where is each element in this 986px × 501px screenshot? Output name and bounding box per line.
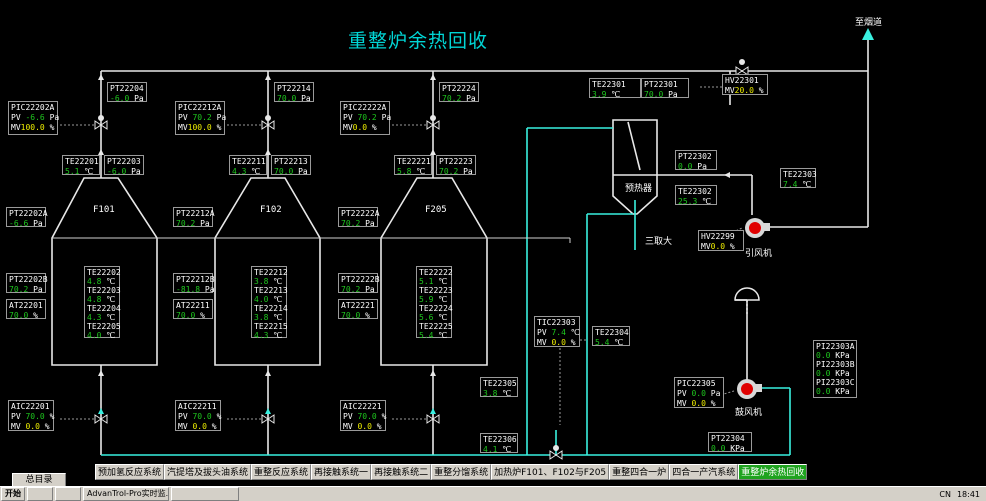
blower-icon <box>737 379 762 399</box>
hmi-canvas: 重整炉余热回收 至烟道 PIC22202A PV -6.6 Pa MV100.0… <box>0 0 986 501</box>
taskbar-item[interactable] <box>27 487 53 501</box>
te-stack-box[interactable]: TE22222 5.1 ℃ TE22223 5.9 ℃ TE22224 5.6 ℃ T… <box>416 266 453 340</box>
pt-mid-box[interactable]: PT22202B 70.2 Pa <box>6 273 48 294</box>
tab-4[interactable]: 再接触系统二 <box>371 464 432 480</box>
pt22301-box[interactable]: PT22301 70.0 Pa <box>641 78 689 99</box>
taskbar-app-advantrol[interactable]: AdvanTrol-Pro实时监... <box>83 487 169 501</box>
taskbar-item[interactable] <box>55 487 81 501</box>
pt-mid-box[interactable]: PT22212B -81.8 Pa <box>173 273 215 294</box>
pt-top2-box[interactable]: PT22213 70.0 Pa <box>271 155 311 176</box>
pt22304-box[interactable]: PT22304 0.0 KPa <box>708 432 752 453</box>
aic-box[interactable]: AIC22201 PV 70.0 % MV 0.0 % <box>8 400 54 431</box>
three-take-label: 三取大 <box>645 237 673 247</box>
pt-top2-box[interactable]: PT22223 70.2 Pa <box>436 155 476 176</box>
hv22299-box[interactable]: HV22299 MV0.0 % <box>698 230 744 251</box>
te-top-box[interactable]: TE22211 4.3 ℃ <box>229 155 267 176</box>
aic-box[interactable]: AIC22221 PV 70.0 % MV 0.0 % <box>340 400 386 431</box>
preheater-label: 预热器 <box>625 184 653 194</box>
vessel-name: F205 <box>425 205 447 215</box>
pt-mid-box[interactable]: PT22222B 70.2 Pa <box>338 273 380 294</box>
tab-6[interactable]: 加热炉F101、F102与F205 <box>491 464 610 480</box>
blower-label: 鼓风机 <box>735 408 763 418</box>
system-tray: CN 18:41 <box>939 490 986 499</box>
te-top-box[interactable]: TE22201 5.1 ℃ <box>62 155 100 176</box>
pic22305-box[interactable]: PIC22305 PV 0.0 Pa MV 0.0 % <box>674 377 724 408</box>
pt22302-box[interactable]: PT22302 0.0 Pa <box>675 150 717 171</box>
induced-fan-icon <box>745 218 770 238</box>
start-button[interactable]: 开始 <box>1 487 25 501</box>
pic-box[interactable]: PIC22212A PV 70.2 Pa MV100.0 % <box>175 101 226 135</box>
pt-top2-box[interactable]: PT22203 -6.0 Pa <box>104 155 144 176</box>
pt-side-box[interactable]: PT22202A -6.6 Pa <box>6 207 48 228</box>
tab-9[interactable]: 重整炉余热回收 <box>738 464 808 480</box>
system-tab-bar: 预加氢反应系统 汽提塔及拔头油系统 重整反应系统 再接触系统一 再接触系统二 重整分馏系统… <box>95 464 808 480</box>
tab-0[interactable]: 预加氢反应系统 <box>95 464 165 480</box>
pt-top-box[interactable]: PT22204 -6.0 Pa <box>107 82 147 103</box>
aic-box[interactable]: AIC22211 PV 70.0 % MV 0.0 % <box>175 400 221 431</box>
induced-fan-label: 引风机 <box>745 249 773 259</box>
tab-1[interactable]: 汽提塔及拔头油系统 <box>164 464 252 480</box>
pt-top-box[interactable]: PT22224 70.2 Pa <box>439 82 479 103</box>
te22304-box[interactable]: TE22304 5.4 ℃ <box>592 326 630 347</box>
te22301-box[interactable]: TE22301 3.9 ℃ <box>589 78 641 99</box>
at-box[interactable]: AT22221 70.0 % <box>338 299 378 320</box>
taskbar-item[interactable] <box>171 487 239 501</box>
process-lines <box>51 28 874 460</box>
vessel-name: F101 <box>93 205 115 215</box>
te22306-box[interactable]: TE22306 4.1 ℃ <box>480 433 518 454</box>
exhaust-label: 至烟道 <box>855 18 883 28</box>
page-title: 重整炉余热回收 <box>348 30 489 52</box>
te-top-box[interactable]: TE22221 5.8 ℃ <box>394 155 432 176</box>
te22303-box[interactable]: TE22303 7.4 ℃ <box>780 168 817 189</box>
pt-top-box[interactable]: PT22214 70.0 Pa <box>274 82 314 103</box>
clock: 18:41 <box>956 489 980 499</box>
tic22303-box[interactable]: TIC22303 PV 7.4 ℃ MV 0.0 % <box>534 316 580 347</box>
vessel-name: F102 <box>260 205 282 215</box>
te22302-box[interactable]: TE22302 25.3 ℃ <box>675 185 717 206</box>
tab-2[interactable]: 重整反应系统 <box>251 464 312 480</box>
language-indicator[interactable]: CN <box>939 490 951 499</box>
tab-3[interactable]: 再接触系统一 <box>311 464 372 480</box>
windows-taskbar: 开始 AdvanTrol-Pro实时监... CN 18:41 <box>0 486 986 501</box>
hv22301-box[interactable]: HV22301 MV20.0 % <box>722 74 768 95</box>
at-box[interactable]: AT22211 70.0 % <box>173 299 213 320</box>
te22305-box[interactable]: TE22305 3.8 ℃ <box>480 377 518 398</box>
te-stack-box[interactable]: TE22212 3.8 ℃ TE22213 4.0 ℃ TE22214 3.8 ℃ T… <box>251 266 288 340</box>
tab-7[interactable]: 重整四合一炉 <box>609 464 670 480</box>
tab-8[interactable]: 四合一产汽系统 <box>669 464 739 480</box>
tab-5[interactable]: 重整分馏系统 <box>431 464 492 480</box>
pt-side-box[interactable]: PT22212A 70.2 Pa <box>173 207 215 228</box>
at-box[interactable]: AT22201 70.0 % <box>6 299 46 320</box>
pic-box[interactable]: PIC22222A PV 70.2 Pa MV0.0 % <box>340 101 391 135</box>
pt-side-box[interactable]: PT22222A 70.2 Pa <box>338 207 380 228</box>
pi22303-group-box[interactable]: PI22303A 0.0 KPa PI22303B 0.0 KPa PI2230… <box>813 340 857 398</box>
te-stack-box[interactable]: TE22202 4.8 ℃ TE22203 4.8 ℃ TE22204 4.3 ℃ T… <box>84 266 121 340</box>
pic-box[interactable]: PIC22202A PV -6.6 Pa MV100.0 % <box>8 101 59 135</box>
